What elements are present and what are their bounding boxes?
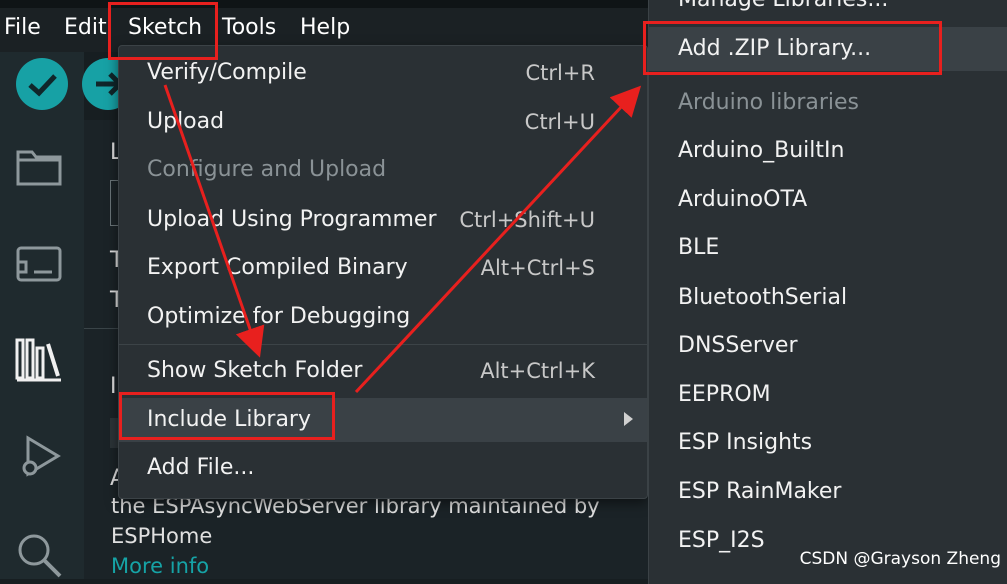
annotation-arrow-down [163,84,265,358]
watermark: CSDN @Grayson Zheng [799,549,1001,569]
annotation-arrows [163,84,642,394]
annotation-arrow-up [354,85,642,394]
